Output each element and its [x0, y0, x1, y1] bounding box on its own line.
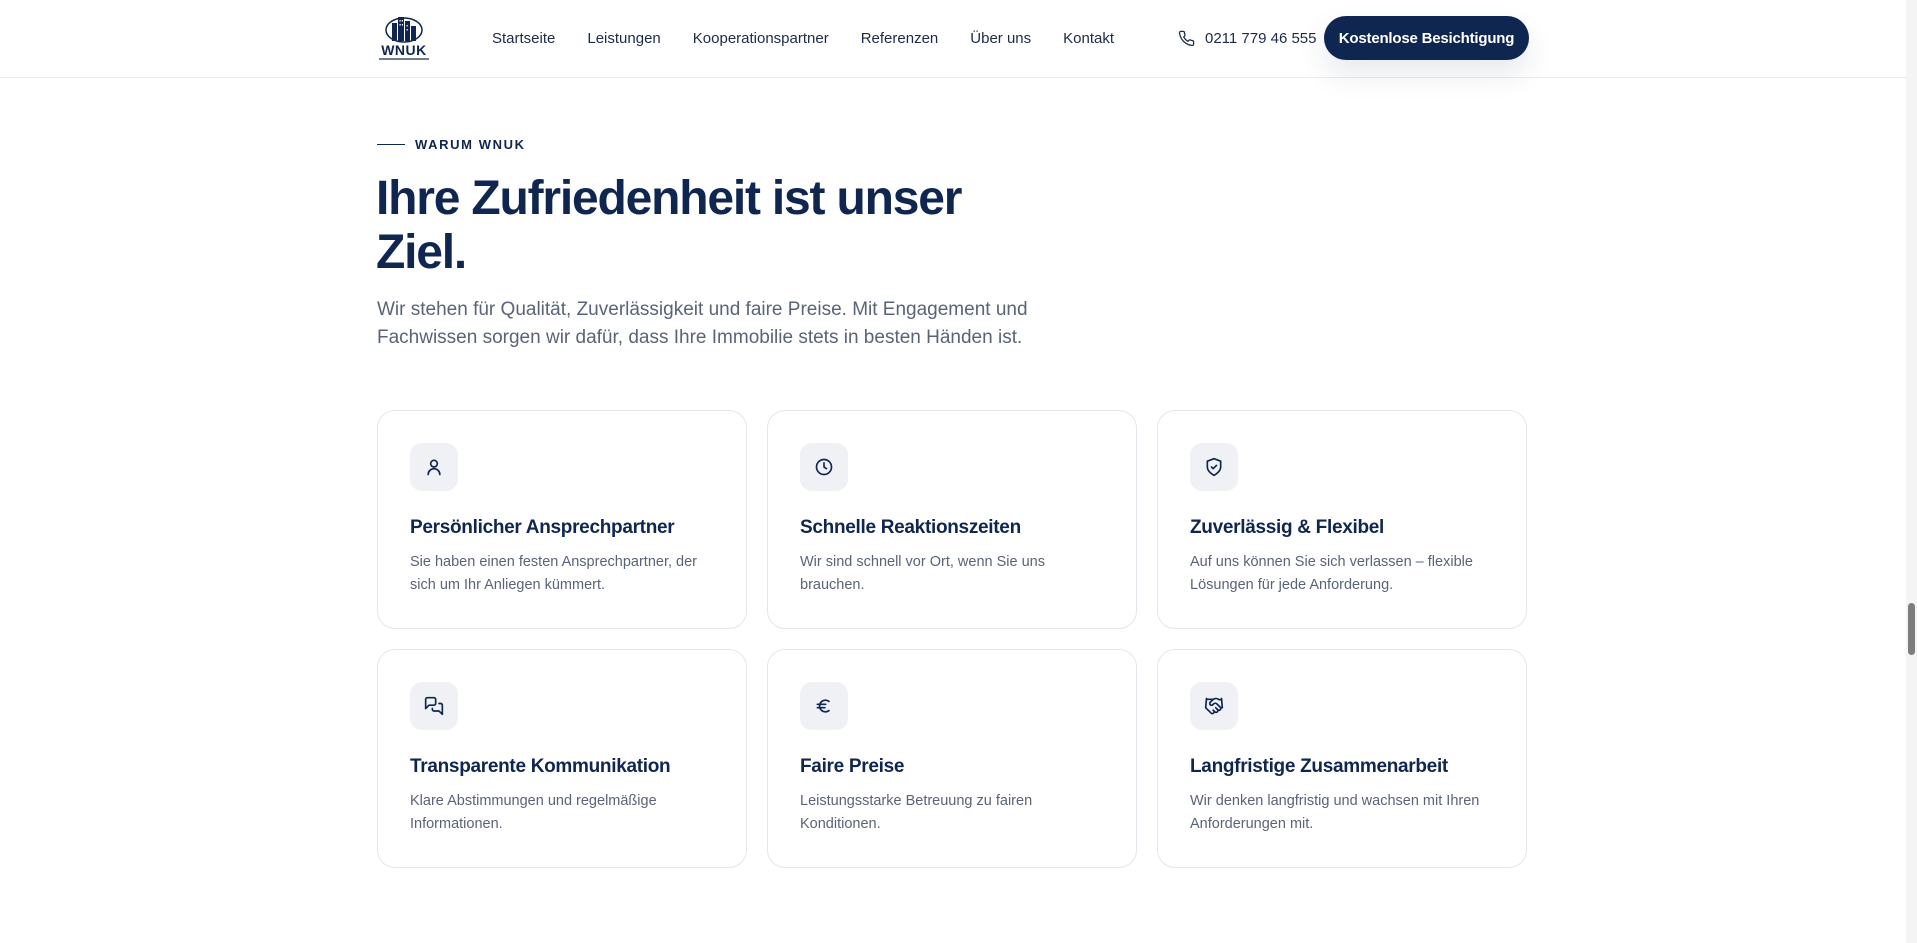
logo-text: WNUK — [381, 42, 427, 58]
benefit-title: Schnelle Reaktionszeiten — [800, 517, 1021, 538]
logo-underline — [379, 58, 429, 60]
benefits-grid: Persönlicher Ansprechpartner Sie haben e… — [377, 410, 1528, 868]
benefit-card: Zuverlässig & Flexibel Auf uns können Si… — [1157, 410, 1527, 629]
phone-icon — [1178, 30, 1195, 46]
euro-icon — [800, 682, 848, 730]
nav-kontakt[interactable]: Kontakt — [1063, 30, 1114, 47]
logo-building-icon — [385, 17, 423, 43]
clock-icon — [800, 443, 848, 491]
benefit-text: Wir sind schnell vor Ort, wenn Sie uns b… — [800, 554, 1045, 593]
benefit-title: Transparente Kommunikation — [410, 756, 671, 777]
user-icon — [410, 443, 458, 491]
nav-startseite[interactable]: Startseite — [492, 30, 555, 47]
nav-ueber-uns[interactable]: Über uns — [970, 30, 1031, 47]
benefit-text: Leistungsstarke Betreuung zu fairen Kond… — [800, 793, 1033, 832]
phone-link[interactable]: 0211 779 46 555 — [1178, 0, 1317, 76]
benefit-text: Klare Abstimmungen und regelmäßige Infor… — [410, 793, 657, 832]
benefit-card: Transparente Kommunikation Klare Abstimm… — [377, 649, 747, 868]
section-eyebrow: WARUM WNUK — [377, 137, 526, 152]
nav-referenzen[interactable]: Referenzen — [861, 30, 939, 47]
benefit-title: Zuverlässig & Flexibel — [1190, 517, 1385, 538]
scrollbar-thumb[interactable] — [1908, 603, 1915, 655]
shield-check-icon — [1190, 443, 1238, 491]
chat-icon — [410, 682, 458, 730]
benefit-card: Persönlicher Ansprechpartner Sie haben e… — [377, 410, 747, 629]
nav-leistungen[interactable]: Leistungen — [587, 30, 660, 47]
benefit-card: Langfristige Zusammenarbeit Wir denken l… — [1157, 649, 1527, 868]
section-headline: Ihre Zufriedenheit ist unser Ziel. — [376, 172, 962, 279]
site-header: WNUK Startseite Leistungen Kooperationsp… — [0, 0, 1906, 78]
nav-kooperationspartner[interactable]: Kooperationspartner — [693, 30, 829, 47]
section-lead: Wir stehen für Qualität, Zuverlässigkeit… — [377, 299, 1028, 348]
eyebrow-line — [377, 143, 405, 146]
scrollbar-track[interactable] — [1906, 0, 1917, 943]
main-nav: Startseite Leistungen Kooperationspartne… — [492, 0, 1114, 76]
free-inspection-button[interactable]: Kostenlose Besichtigung — [1324, 16, 1529, 60]
benefit-text: Wir denken langfristig und wachsen mit I… — [1190, 793, 1480, 832]
benefit-card: Schnelle Reaktionszeiten Wir sind schnel… — [767, 410, 1137, 629]
eyebrow-text: WARUM WNUK — [415, 137, 526, 152]
benefit-title: Langfristige Zusammenarbeit — [1190, 756, 1448, 777]
benefit-title: Faire Preise — [800, 756, 905, 777]
benefit-title: Persönlicher Ansprechpartner — [410, 517, 675, 538]
phone-number: 0211 779 46 555 — [1205, 29, 1317, 47]
handshake-icon — [1190, 682, 1238, 730]
logo[interactable]: WNUK — [376, 13, 432, 61]
benefit-text: Sie haben einen festen Ansprechpartner, … — [410, 554, 697, 593]
benefit-card: Faire Preise Leistungsstarke Betreuung z… — [767, 649, 1137, 868]
benefit-text: Auf uns können Sie sich verlassen – flex… — [1190, 554, 1473, 593]
